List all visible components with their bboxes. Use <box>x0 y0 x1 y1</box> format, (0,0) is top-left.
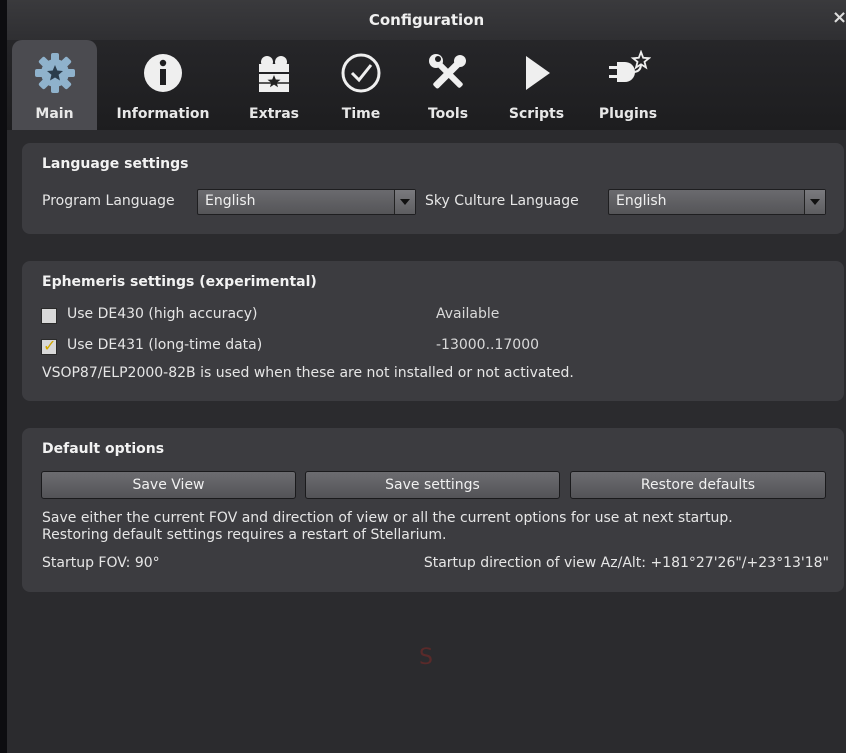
tab-extras[interactable]: Extras <box>235 40 313 130</box>
de431-checkbox[interactable]: ✓ <box>41 336 57 355</box>
program-language-value: English <box>205 193 256 209</box>
extras-icon <box>259 56 289 92</box>
program-language-select[interactable]: English <box>197 189 416 215</box>
checkmark-icon: ✓ <box>43 336 57 355</box>
save-view-button[interactable]: Save View <box>41 471 296 499</box>
restore-defaults-button[interactable]: Restore defaults <box>570 471 826 499</box>
tab-information-label: Information <box>116 106 210 122</box>
language-settings-heading: Language settings <box>42 156 189 172</box>
gear-star-icon <box>34 53 75 93</box>
sky-culture-language-select[interactable]: English <box>608 189 826 215</box>
tab-extras-label: Extras <box>249 106 299 122</box>
tab-main-label: Main <box>35 106 74 122</box>
restart-note: Restoring default settings requires a re… <box>42 527 447 543</box>
tab-scripts[interactable]: Scripts <box>499 40 574 130</box>
tab-time-label: Time <box>341 106 381 122</box>
info-icon <box>144 54 182 92</box>
ephemeris-settings-panel: Ephemeris settings (experimental) Use DE… <box>22 261 844 401</box>
tab-time[interactable]: Time <box>325 40 397 130</box>
default-options-heading: Default options <box>42 441 165 457</box>
tab-plugins[interactable]: Plugins <box>585 40 671 130</box>
ephemeris-note: VSOP87/ELP2000-82B is used when these ar… <box>42 365 574 381</box>
ephemeris-settings-heading: Ephemeris settings (experimental) <box>42 274 317 290</box>
chevron-down-icon[interactable] <box>804 190 825 214</box>
tools-icon <box>429 54 466 89</box>
de430-checkbox[interactable] <box>41 308 57 324</box>
de430-label[interactable]: Use DE430 (high accuracy) <box>67 306 257 322</box>
chevron-down-icon[interactable] <box>394 190 415 214</box>
startup-direction: Startup direction of view Az/Alt: +181°2… <box>423 555 829 571</box>
plug-icon <box>609 50 651 82</box>
play-icon <box>525 56 550 90</box>
sky-culture-language-label: Sky Culture Language <box>425 193 579 209</box>
tab-plugins-label: Plugins <box>598 106 658 122</box>
language-settings-panel: Language settings Program Language Engli… <box>22 143 844 234</box>
title-bar[interactable]: Configuration × <box>7 0 846 40</box>
save-settings-button[interactable]: Save settings <box>305 471 560 499</box>
de430-status: Available <box>436 306 500 322</box>
tab-tools-label: Tools <box>427 106 469 122</box>
de431-label[interactable]: Use DE431 (long-time data) <box>67 337 262 353</box>
default-options-panel: Default options Save View Save settings … <box>22 428 844 592</box>
tab-bar: Main Information Extras Time Tools Scrip… <box>7 40 846 130</box>
tab-information[interactable]: Information <box>104 40 222 130</box>
configuration-window: Configuration × Main Information Extras … <box>7 0 846 753</box>
de431-status: -13000..17000 <box>436 337 540 353</box>
close-icon[interactable]: × <box>832 9 846 27</box>
window-title: Configuration <box>368 11 485 29</box>
sky-label-south: S <box>419 645 433 670</box>
tab-main[interactable]: Main <box>12 40 97 130</box>
sky-culture-language-value: English <box>616 193 667 209</box>
tab-scripts-label: Scripts <box>508 106 565 122</box>
tab-tools[interactable]: Tools <box>409 40 487 130</box>
program-language-label: Program Language <box>42 193 175 209</box>
clock-icon <box>341 53 381 93</box>
startup-fov: Startup FOV: 90° <box>42 555 160 571</box>
default-options-description: Save either the current FOV and directio… <box>42 510 733 526</box>
